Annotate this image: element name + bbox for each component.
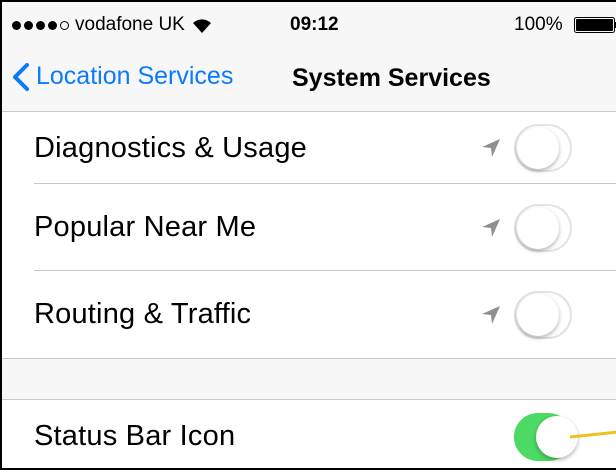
- back-button-label: Location Services: [36, 62, 234, 90]
- toggle-knob: [517, 127, 559, 169]
- list-item-label: Diagnostics & Usage: [34, 131, 307, 164]
- navigation-bar: Location Services System Services: [2, 44, 616, 112]
- location-arrow-icon: [482, 305, 500, 324]
- page-title: System Services: [292, 64, 491, 92]
- wifi-icon: [192, 19, 211, 33]
- chevron-left-icon: [13, 62, 29, 91]
- clock: 09:12: [290, 14, 339, 35]
- system-services-list: Diagnostics & Usage Popular Near Me Rout…: [2, 112, 616, 359]
- list-item-status-bar-icon: Status Bar Icon: [2, 400, 616, 468]
- status-bar: vodafone UK 09:12 100%: [2, 2, 616, 44]
- back-button[interactable]: Location Services: [12, 62, 233, 91]
- location-arrow-icon: [482, 218, 500, 237]
- carrier-name: vodafone UK: [75, 14, 185, 35]
- routing-traffic-toggle[interactable]: [514, 290, 572, 339]
- status-bar-icon-toggle[interactable]: [514, 412, 578, 461]
- list-item-popular-near-me: Popular Near Me: [2, 184, 616, 271]
- diagnostics-usage-toggle[interactable]: [514, 124, 572, 172]
- list-item-diagnostics-usage: Diagnostics & Usage: [2, 112, 616, 184]
- location-arrow-icon: [482, 139, 500, 157]
- signal-strength-icon: [12, 20, 69, 30]
- popular-near-me-toggle[interactable]: [514, 203, 572, 252]
- toggle-knob: [517, 206, 559, 249]
- list-item-routing-traffic: Routing & Traffic: [2, 271, 616, 358]
- list-item-label: Status Bar Icon: [34, 420, 236, 452]
- list-item-label: Routing & Traffic: [34, 298, 252, 330]
- list-item-label: Popular Near Me: [34, 211, 257, 243]
- status-bar-icon-group: Status Bar Icon: [2, 399, 616, 468]
- carrier-info: vodafone UK: [12, 14, 213, 36]
- annotation-pointer-line: [570, 430, 616, 439]
- screen: vodafone UK 09:12 100% Location Services…: [0, 0, 616, 470]
- toggle-knob: [517, 293, 559, 336]
- battery-icon: [574, 17, 616, 33]
- battery-percent: 100%: [514, 14, 563, 35]
